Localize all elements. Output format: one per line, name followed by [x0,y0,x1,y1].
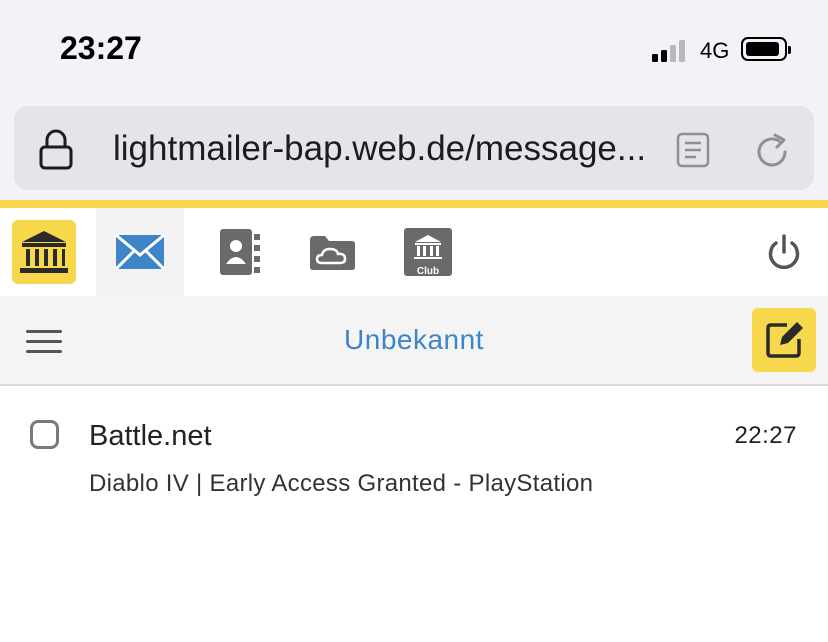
nav-home[interactable] [0,208,88,296]
home-icon [12,220,76,284]
folder-toolbar: Unbekannt [0,296,828,386]
folder-title: Unbekannt [344,324,484,355]
nav-mail[interactable] [96,208,184,296]
url-text[interactable]: lightmailer-bap.web.de/message... [113,129,646,169]
cloud-icon [310,236,355,270]
browser-chrome: lightmailer-bap.web.de/message... [0,100,828,201]
nav-logout[interactable] [758,208,814,296]
mail-select-checkbox[interactable] [30,420,59,449]
status-bar: 23:27 4G [0,0,828,100]
compose-icon [766,322,803,358]
signal-strength-icon [652,38,692,62]
network-type: 4G [700,38,730,63]
mail-subject: Diablo IV | Early Access Granted - PlayS… [89,470,594,497]
contacts-icon [220,229,260,275]
compose-button[interactable] [752,308,816,372]
mail-icon [115,234,165,270]
address-bar[interactable]: lightmailer-bap.web.de/message... [14,106,814,190]
mail-time: 22:27 [734,422,797,449]
app-navigation: Club [0,208,828,296]
nav-club[interactable]: Club [400,208,456,296]
reader-icon[interactable] [676,132,710,168]
lock-icon [39,129,73,170]
reload-icon[interactable] [752,132,792,172]
accent-divider [0,200,828,208]
club-icon-label: Club [416,266,440,277]
nav-cloud[interactable] [304,208,360,296]
battery-icon [741,37,791,61]
nav-contacts[interactable] [212,208,268,296]
mail-list-item[interactable]: Battle.net 22:27 Diablo IV | Early Acces… [0,386,828,516]
status-time: 23:27 [60,30,142,66]
mail-sender: Battle.net [89,420,212,452]
power-icon [768,234,800,270]
